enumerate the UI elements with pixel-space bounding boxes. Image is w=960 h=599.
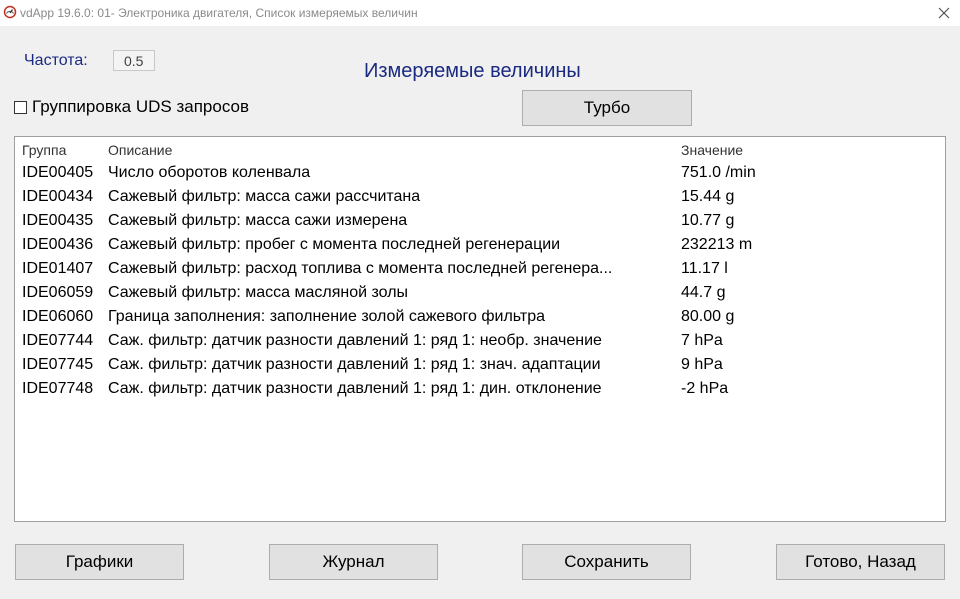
row-group: IDE07745 [22, 356, 94, 373]
row-group: IDE06060 [22, 308, 94, 325]
row-group: IDE00436 [22, 236, 94, 253]
row-value: 7 hPa [681, 332, 723, 349]
row-group: IDE06059 [22, 284, 94, 301]
row-description: Граница заполнения: заполнение золой саж… [108, 308, 546, 325]
table-row[interactable]: IDE00435 Сажевый фильтр: масса сажи изме… [15, 211, 945, 235]
row-description: Саж. фильтр: датчик разности давлений 1:… [108, 356, 601, 373]
turbo-button[interactable]: Турбо [522, 90, 692, 126]
journal-button[interactable]: Журнал [269, 544, 438, 580]
row-value: 15.44 g [681, 188, 735, 205]
window-title: vdApp 19.6.0: 01- Электроника двигателя,… [20, 6, 418, 20]
row-description: Сажевый фильтр: масса сажи рассчитана [108, 188, 421, 205]
table-row[interactable]: IDE07748 Саж. фильтр: датчик разности да… [15, 379, 945, 403]
row-description: Сажевый фильтр: масса сажи измерена [108, 212, 408, 229]
row-value: 10.77 g [681, 212, 735, 229]
row-group: IDE00435 [22, 212, 94, 229]
frequency-label: Частота: [24, 52, 88, 69]
save-button[interactable]: Сохранить [522, 544, 691, 580]
row-group: IDE01407 [22, 260, 94, 277]
table-row[interactable]: IDE01407 Сажевый фильтр: расход топлива … [15, 259, 945, 283]
table-row[interactable]: IDE00434 Сажевый фильтр: масса сажи расс… [15, 187, 945, 211]
close-icon[interactable] [936, 5, 952, 21]
page-title: Измеряемые величины [364, 60, 581, 82]
row-group: IDE00434 [22, 188, 94, 205]
row-value: 9 hPa [681, 356, 723, 373]
uds-grouping-checkbox[interactable] [14, 101, 27, 114]
table-row[interactable]: IDE06060 Граница заполнения: заполнение … [15, 307, 945, 331]
row-group: IDE07748 [22, 380, 94, 397]
row-description: Сажевый фильтр: расход топлива с момента… [108, 260, 613, 277]
table-row[interactable]: IDE00405 Число оборотов коленвала 751.0 … [15, 163, 945, 187]
column-header-description[interactable]: Описание [108, 142, 172, 158]
measured-values-list[interactable]: Группа Описание Значение IDE00405 Число … [14, 136, 946, 522]
done-back-button[interactable]: Готово, Назад [776, 544, 945, 580]
table-row[interactable]: IDE06059 Сажевый фильтр: масса масляной … [15, 283, 945, 307]
row-description: Саж. фильтр: датчик разности давлений 1:… [108, 332, 602, 349]
row-description: Сажевый фильтр: масса масляной золы [108, 284, 409, 301]
frequency-input[interactable] [113, 50, 155, 71]
row-description: Сажевый фильтр: пробег с момента последн… [108, 236, 561, 253]
row-value: 44.7 g [681, 284, 726, 301]
table-row[interactable]: IDE00436 Сажевый фильтр: пробег с момент… [15, 235, 945, 259]
row-description: Число оборотов коленвала [108, 164, 311, 181]
gauge-icon [3, 5, 17, 19]
uds-grouping-label[interactable]: Группировка UDS запросов [32, 97, 249, 117]
table-row[interactable]: IDE07744 Саж. фильтр: датчик разности да… [15, 331, 945, 355]
table-row[interactable]: IDE07745 Саж. фильтр: датчик разности да… [15, 355, 945, 379]
row-value: 80.00 g [681, 308, 735, 325]
graphs-button[interactable]: Графики [15, 544, 184, 580]
row-description: Саж. фильтр: датчик разности давлений 1:… [108, 380, 602, 397]
row-value: 11.17 l [681, 260, 728, 277]
column-header-value[interactable]: Значение [681, 142, 743, 158]
row-group: IDE07744 [22, 332, 94, 349]
row-value: 751.0 /min [681, 164, 756, 181]
row-value: -2 hPa [681, 380, 729, 397]
column-header-group[interactable]: Группа [22, 142, 66, 158]
row-value: 232213 m [681, 236, 753, 253]
row-group: IDE00405 [22, 164, 94, 181]
title-bar: vdApp 19.6.0: 01- Электроника двигателя,… [0, 0, 960, 26]
